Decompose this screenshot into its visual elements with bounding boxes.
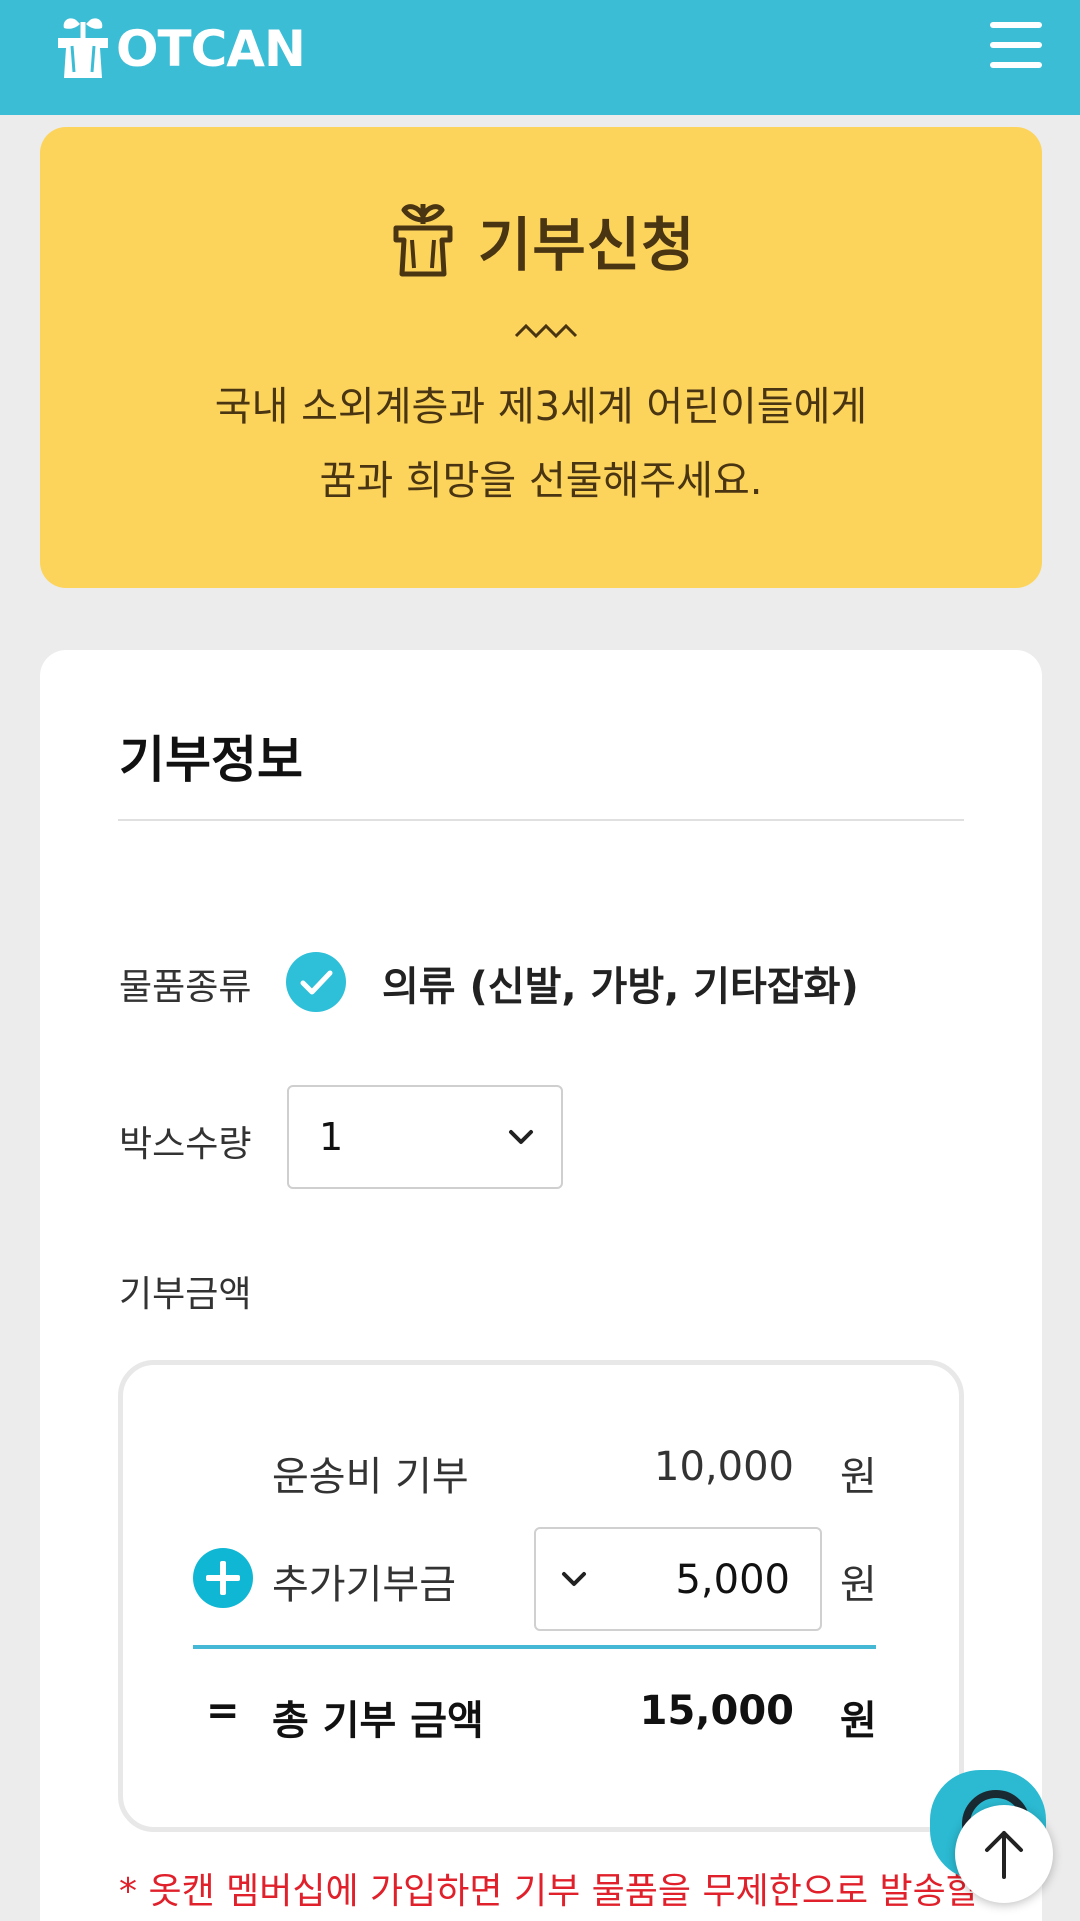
box-count-select[interactable]: 1 <box>287 1085 563 1189</box>
logo-text: OTCAN <box>116 20 306 78</box>
section-title: 기부정보 <box>119 731 303 789</box>
extra-donation-label: 추가기부금 <box>272 1562 456 1608</box>
shipping-donation-unit: 원 <box>840 1454 877 1500</box>
box-count-value: 1 <box>319 1115 344 1159</box>
check-icon <box>300 970 333 995</box>
section-divider <box>118 819 964 821</box>
plant-pot-icon <box>58 18 108 78</box>
item-type-label: 물품종류 <box>119 967 252 1008</box>
plant-pot-icon <box>393 204 453 277</box>
banner-description-line1: 국내 소외계층과 제3세계 어린이들에게 <box>214 384 868 430</box>
total-donation-label: 총 기부 금액 <box>272 1698 484 1744</box>
banner-description: 국내 소외계층과 제3세계 어린이들에게 꿈과 희망을 선물해주세요. <box>40 370 1042 518</box>
banner-title-text: 기부신청 <box>478 211 696 279</box>
app-header: OTCAN <box>0 0 1080 115</box>
chevron-down-icon <box>509 1130 533 1144</box>
banner-description-line2: 꿈과 희망을 선물해주세요. <box>319 458 763 504</box>
total-divider <box>193 1645 876 1649</box>
item-type-value: 의류 (신발, 가방, 기타잡화) <box>382 964 859 1010</box>
otcan-logo[interactable]: OTCAN <box>52 14 306 84</box>
total-donation-unit: 원 <box>840 1698 877 1744</box>
box-count-label: 박스수량 <box>119 1124 252 1165</box>
extra-donation-select[interactable]: 5,000 <box>534 1527 822 1631</box>
extra-donation-amount: 5,000 <box>675 1557 790 1603</box>
membership-notice: * 옷캔 멤버십에 가입하면 기부 물품을 무제한으로 발송할 <box>119 1871 979 1912</box>
plus-icon[interactable] <box>193 1548 253 1608</box>
shipping-donation-amount: 10,000 <box>654 1444 794 1490</box>
donation-amount-label: 기부금액 <box>119 1274 252 1315</box>
banner-title: 기부신청 <box>392 200 695 280</box>
squiggle-divider <box>514 323 578 339</box>
chevron-down-icon <box>562 1572 586 1586</box>
hamburger-menu-icon[interactable] <box>988 20 1044 70</box>
arrow-up-icon <box>985 1831 1023 1879</box>
total-equals-sign: = <box>206 1688 240 1734</box>
donation-banner <box>40 127 1042 588</box>
item-type-checkbox[interactable] <box>286 952 346 1012</box>
extra-donation-unit: 원 <box>840 1562 877 1608</box>
shipping-donation-label: 운송비 기부 <box>272 1454 469 1500</box>
scroll-to-top-button[interactable] <box>955 1805 1053 1903</box>
total-donation-amount: 15,000 <box>639 1688 794 1734</box>
